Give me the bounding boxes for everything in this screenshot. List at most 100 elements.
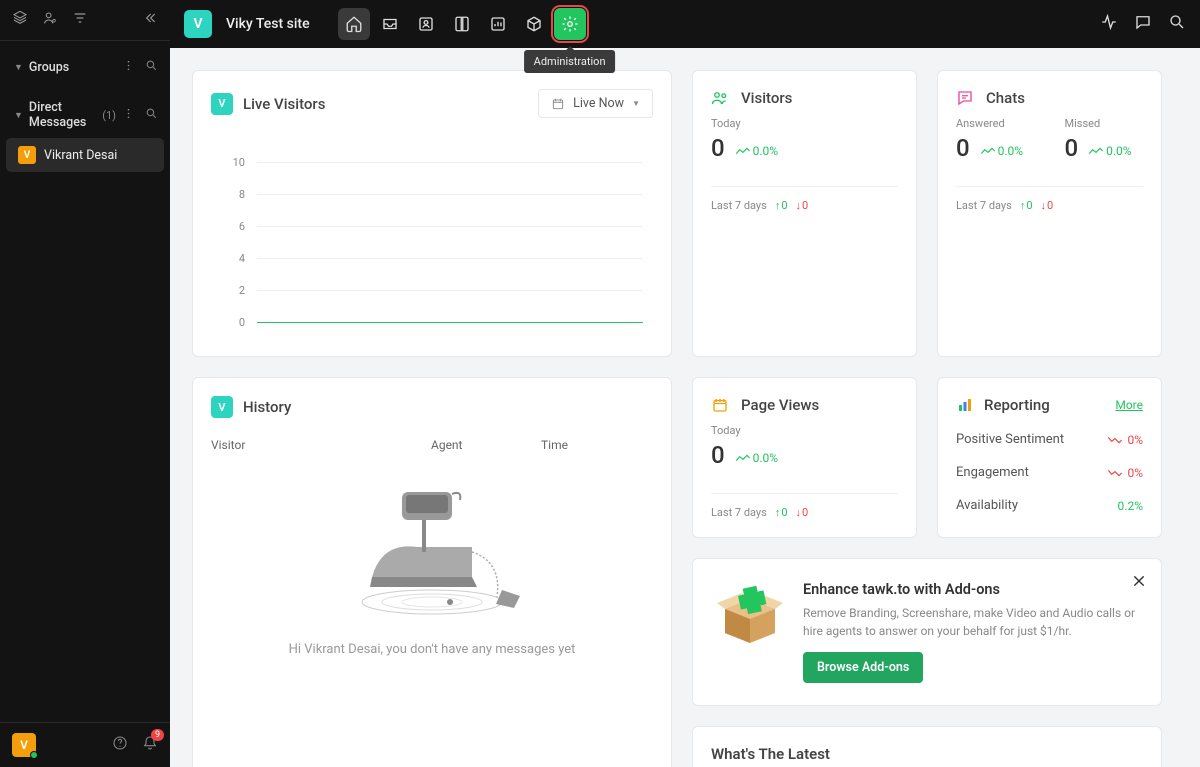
- stat-label: Today: [711, 424, 898, 437]
- dm-item[interactable]: V Vikrant Desai: [6, 138, 164, 172]
- notifications-icon[interactable]: 9: [142, 735, 158, 755]
- report-row: Engagement 0%: [956, 465, 1143, 480]
- addon-description: Remove Branding, Screenshare, make Video…: [803, 604, 1139, 640]
- up-stat: 0: [775, 506, 788, 519]
- chevron-down-icon: ▼: [632, 99, 640, 108]
- site-badge[interactable]: V: [184, 10, 212, 38]
- visitors-card: Visitors Today 0 0.0% Last 7 days 0 0: [692, 70, 917, 357]
- card-title: Page Views: [741, 396, 819, 414]
- search-icon[interactable]: [1168, 13, 1186, 35]
- report-value: 0%: [1107, 466, 1143, 480]
- empty-mailbox-illustration: [302, 472, 562, 622]
- filter-icon[interactable]: [72, 10, 88, 30]
- footer-label: Last 7 days: [711, 506, 767, 519]
- groups-label: Groups: [29, 60, 116, 75]
- history-card: V History Visitor Agent Time: [192, 377, 672, 767]
- card-title: Reporting: [984, 396, 1050, 414]
- down-stat: 0: [796, 199, 809, 212]
- up-stat: 0: [1020, 199, 1033, 212]
- card-badge: V: [211, 396, 233, 418]
- dm-label: Direct Messages: [29, 100, 96, 130]
- groups-heading[interactable]: ▼ Groups: [0, 53, 170, 82]
- stat-value: 0: [711, 441, 725, 469]
- close-icon[interactable]: [1131, 573, 1147, 593]
- trend-indicator: 0.0%: [1088, 144, 1131, 158]
- sidebar-toolbar: [0, 0, 170, 41]
- box-illustration: [715, 581, 785, 651]
- reporting-card: Reporting More Positive Sentiment 0% Eng…: [937, 377, 1162, 538]
- top-nav: Administration: [338, 8, 586, 40]
- tooltip: Administration: [524, 50, 616, 73]
- dashboard-content: V Live Visitors Live Now ▼ 10 8 6 4 2 0: [170, 48, 1200, 767]
- footer-label: Last 7 days: [956, 199, 1012, 212]
- more-link[interactable]: More: [1115, 398, 1143, 412]
- pages-icon: [711, 396, 729, 414]
- card-badge: V: [211, 93, 233, 115]
- history-empty-message: Hi Vikrant Desai, you don't have any mes…: [211, 642, 653, 657]
- addon-promo-card: Enhance tawk.to with Add-ons Remove Bran…: [692, 558, 1162, 706]
- dm-count: (1): [102, 109, 116, 122]
- activity-icon[interactable]: [1100, 13, 1118, 35]
- down-stat: 0: [796, 506, 809, 519]
- missed-label: Missed: [1065, 117, 1144, 130]
- presence-indicator: [30, 751, 38, 759]
- up-stat: 0: [775, 199, 788, 212]
- avatar: V: [18, 146, 36, 164]
- search-icon[interactable]: [145, 107, 158, 124]
- report-row: Positive Sentiment 0%: [956, 432, 1143, 447]
- chevron-down-icon: ▼: [14, 62, 23, 73]
- live-visitors-chart: 10 8 6 4 2 0: [211, 146, 653, 338]
- report-row: Availability 0.2%: [956, 498, 1143, 513]
- addon-title: Enhance tawk.to with Add-ons: [803, 581, 1139, 598]
- answered-value: 0: [956, 134, 970, 162]
- left-sidebar: ▼ Groups ▼ Direct Messages (1) V: [0, 0, 170, 767]
- more-icon[interactable]: [122, 107, 135, 124]
- search-icon[interactable]: [145, 59, 158, 76]
- stat-label: Today: [711, 117, 898, 130]
- sidebar-footer: V 9: [0, 722, 170, 767]
- nav-administration[interactable]: Administration: [554, 8, 586, 40]
- user-setting-icon[interactable]: [42, 10, 58, 30]
- nav-knowledge[interactable]: [446, 8, 478, 40]
- chat-icon: [956, 89, 974, 107]
- nav-inbox[interactable]: [374, 8, 406, 40]
- current-user-avatar[interactable]: V: [12, 733, 36, 757]
- live-now-dropdown[interactable]: Live Now ▼: [538, 89, 653, 118]
- collapse-sidebar-icon[interactable]: [142, 10, 158, 30]
- card-title: History: [243, 398, 291, 416]
- chevron-down-icon: ▼: [14, 110, 23, 121]
- nav-reports[interactable]: [482, 8, 514, 40]
- down-stat: 0: [1041, 199, 1054, 212]
- dm-name: Vikrant Desai: [44, 148, 117, 163]
- card-title: Visitors: [741, 89, 792, 107]
- nav-contacts[interactable]: [410, 8, 442, 40]
- live-visitors-card: V Live Visitors Live Now ▼ 10 8 6 4 2 0: [192, 70, 672, 357]
- card-title: Chats: [986, 89, 1025, 107]
- trend-indicator: 0.0%: [735, 144, 778, 158]
- bar-chart-icon: [956, 396, 974, 414]
- history-columns: Visitor Agent Time: [211, 438, 653, 462]
- site-name: Viky Test site: [226, 16, 310, 32]
- trend-indicator: 0.0%: [735, 451, 778, 465]
- more-icon[interactable]: [122, 59, 135, 76]
- card-title: What's The Latest: [711, 745, 1143, 763]
- stat-value: 0: [711, 134, 725, 162]
- pageviews-card: Page Views Today 0 0.0% Last 7 days 0 0: [692, 377, 917, 538]
- footer-label: Last 7 days: [711, 199, 767, 212]
- browse-addons-button[interactable]: Browse Add-ons: [803, 652, 923, 683]
- calendar-icon: [551, 97, 565, 111]
- top-bar: V Viky Test site Administration: [170, 0, 1200, 48]
- missed-value: 0: [1065, 134, 1079, 162]
- help-icon[interactable]: [112, 735, 128, 755]
- nav-home[interactable]: [338, 8, 370, 40]
- notification-badge: 9: [151, 729, 164, 741]
- direct-messages-heading[interactable]: ▼ Direct Messages (1): [0, 94, 170, 136]
- latest-card: What's The Latest ✨ 💬 ⚡ Access the limit…: [692, 726, 1162, 767]
- nav-addons[interactable]: [518, 8, 550, 40]
- chat-icon[interactable]: [1134, 13, 1152, 35]
- report-value: 0.2%: [1118, 499, 1143, 513]
- answered-label: Answered: [956, 117, 1035, 130]
- people-icon: [711, 89, 729, 107]
- layers-icon[interactable]: [12, 10, 28, 30]
- card-title: Live Visitors: [243, 95, 325, 113]
